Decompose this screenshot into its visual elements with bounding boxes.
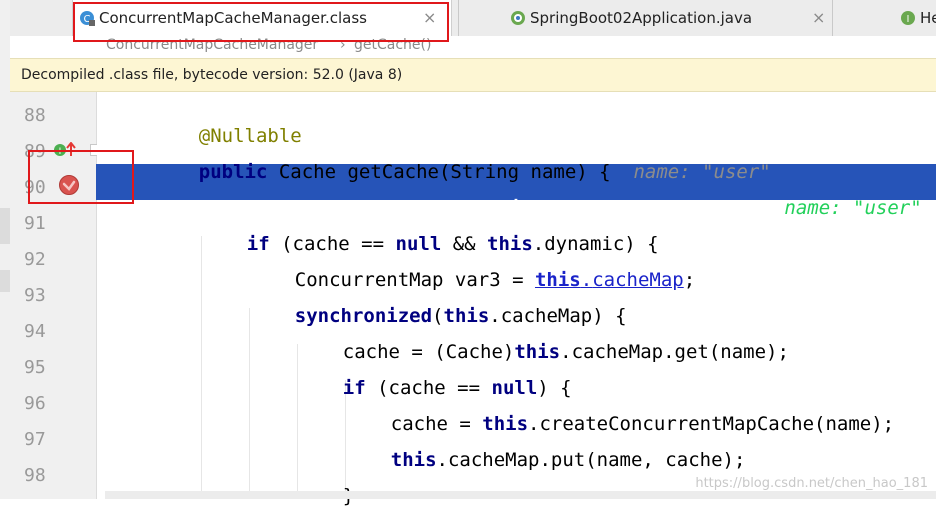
tab-third[interactable]: I He [900, 0, 936, 36]
keyword-token: this [390, 449, 437, 471]
tab-separator [832, 0, 833, 36]
svg-text:I: I [907, 14, 910, 25]
annotation-box-breakpoint [28, 150, 134, 204]
line-number: 94 [24, 321, 46, 342]
horizontal-scrollbar[interactable] [105, 491, 936, 499]
tab-label: SpringBoot02Application.java [530, 9, 753, 27]
left-strip-segment [0, 208, 10, 244]
code-line-97: this.cacheMap.put(name, cache); [345, 427, 746, 493]
left-strip-segment [0, 270, 10, 292]
annotation-box-tab [73, 2, 449, 42]
tab-label: He [920, 9, 936, 27]
inline-debug-value: name: "user" [784, 197, 922, 219]
line-number: 95 [24, 357, 46, 378]
line-number: 93 [24, 285, 46, 306]
decompiled-banner: Decompiled .class file, bytecode version… [10, 58, 936, 92]
line-number: 92 [24, 249, 46, 270]
code-token: ; [683, 269, 696, 291]
close-tab-icon[interactable]: × [812, 8, 825, 27]
line-number: 96 [24, 393, 46, 414]
code-token: .cacheMap.get(name); [560, 341, 789, 363]
line-number: 97 [24, 429, 46, 450]
line-number: 98 [24, 465, 46, 486]
code-editor[interactable]: @Nullable public Cache getCache(String n… [96, 92, 936, 507]
line-number: 91 [24, 213, 46, 234]
spring-boot-java-icon [511, 11, 525, 25]
tab-springboot02-application[interactable]: SpringBoot02Application.java × [510, 0, 828, 36]
code-token: .cacheMap.put(name, cache); [436, 449, 746, 471]
watermark: https://blog.csdn.net/chen_hao_181 [695, 476, 928, 491]
interface-icon: I [901, 11, 915, 25]
banner-text: Decompiled .class file, bytecode version… [21, 67, 403, 83]
line-number: 88 [24, 105, 46, 126]
tab-separator [458, 0, 459, 36]
